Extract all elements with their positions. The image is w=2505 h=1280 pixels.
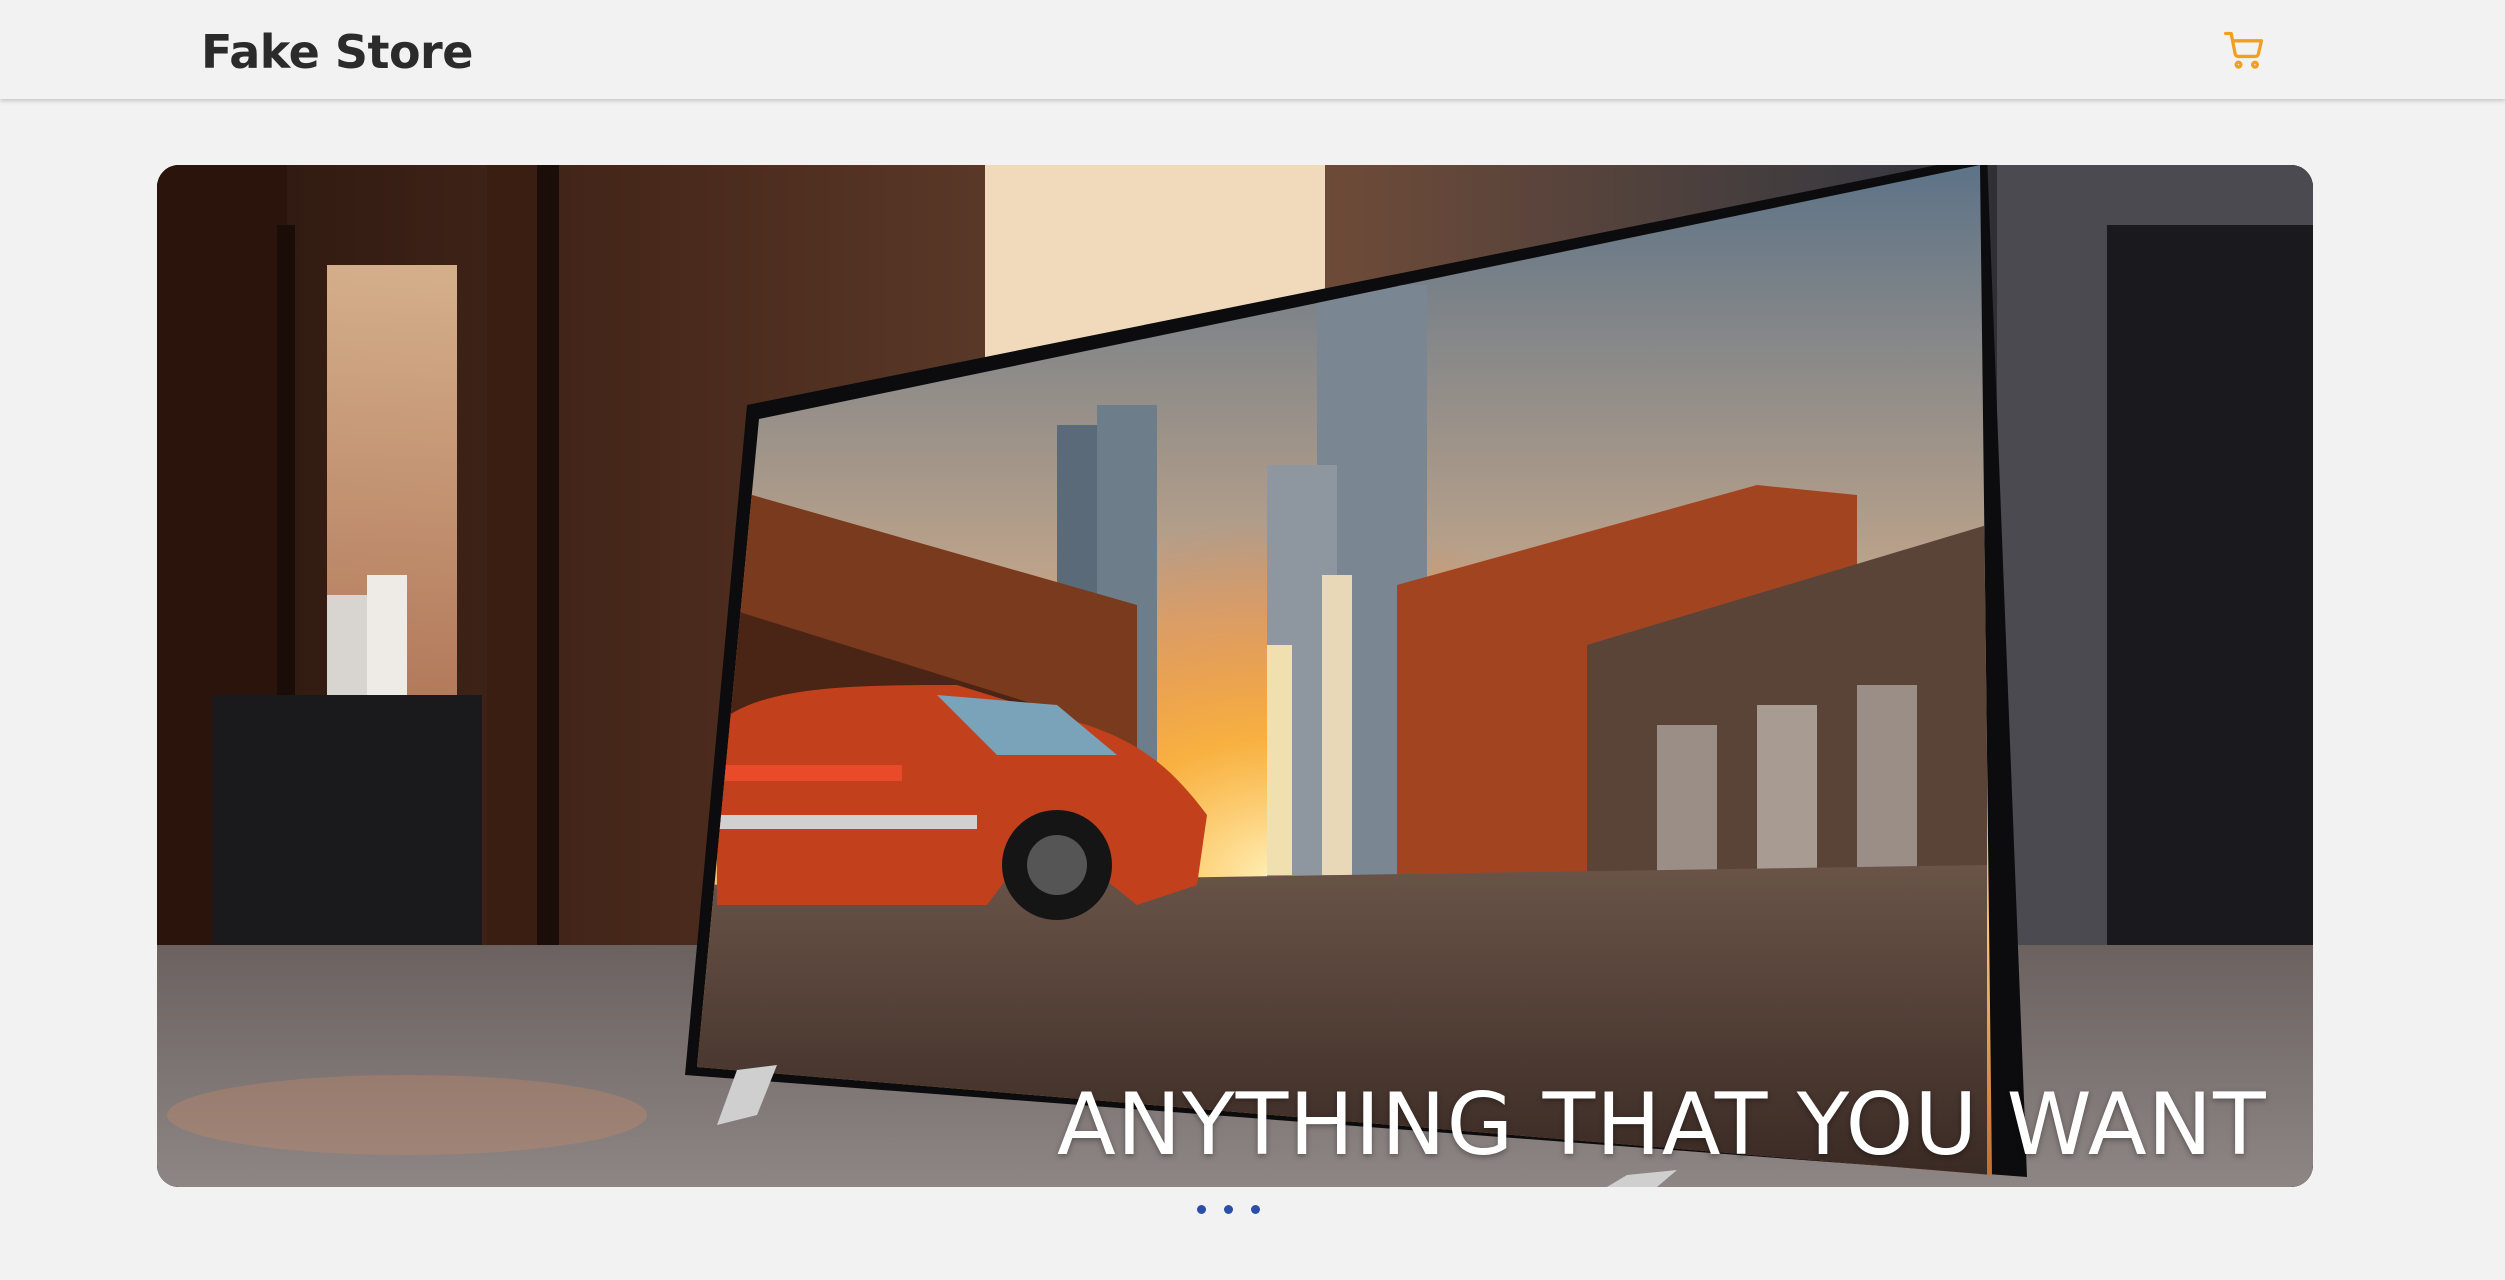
hero-banner[interactable]: ANYTHING THAT YOU WANT (157, 165, 2313, 1187)
hero-caption: ANYTHING THAT YOU WANT (1057, 1075, 2267, 1175)
carousel-indicator[interactable] (1224, 1205, 1233, 1214)
hero-image (157, 165, 2313, 1187)
shopping-cart-icon[interactable] (2222, 28, 2266, 72)
carousel-indicator[interactable] (1197, 1205, 1206, 1214)
carousel-indicator[interactable] (1251, 1205, 1260, 1214)
navbar: Fake Store (0, 0, 2505, 99)
brand-title[interactable]: Fake Store (201, 22, 473, 82)
carousel-indicators (1197, 1205, 1260, 1219)
